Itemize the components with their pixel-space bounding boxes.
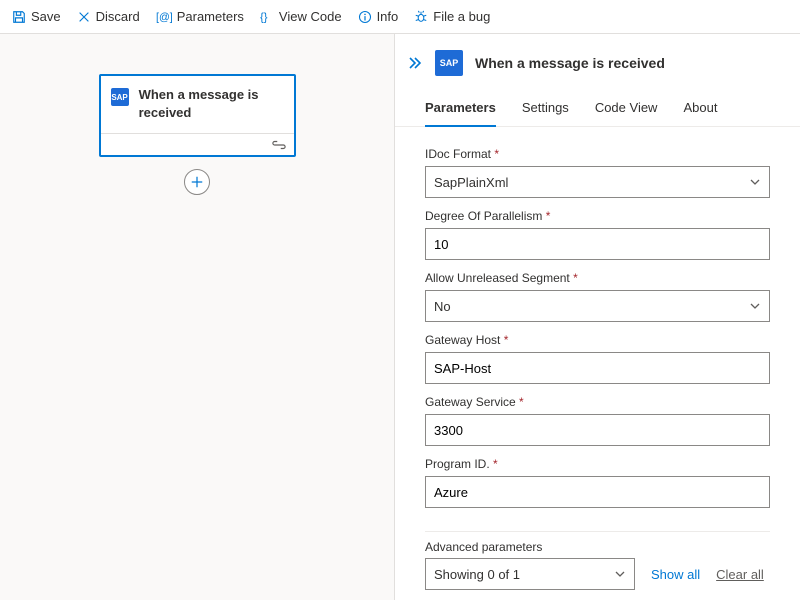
- program-id-label: Program ID. *: [425, 457, 770, 471]
- trigger-node-footer: [101, 133, 294, 155]
- view-code-button[interactable]: {} View Code: [260, 9, 342, 24]
- gateway-host-label: Gateway Host *: [425, 333, 770, 347]
- save-button[interactable]: Save: [12, 9, 61, 24]
- chevron-down-icon: [614, 568, 626, 580]
- advanced-select[interactable]: Showing 0 of 1: [425, 558, 635, 590]
- add-step-button[interactable]: [184, 169, 210, 195]
- allow-unreleased-value: No: [434, 299, 451, 314]
- view-code-label: View Code: [279, 9, 342, 24]
- clear-all-link[interactable]: Clear all: [716, 567, 764, 582]
- info-label: Info: [377, 9, 399, 24]
- allow-unreleased-select[interactable]: No: [425, 290, 770, 322]
- sap-icon: SAP: [435, 50, 463, 76]
- details-panel: SAP When a message is received Parameter…: [395, 34, 800, 600]
- info-button[interactable]: Info: [358, 9, 399, 24]
- svg-text:[@]: [@]: [156, 11, 172, 23]
- chevron-down-icon: [749, 176, 761, 188]
- idoc-format-label: IDoc Format *: [425, 147, 770, 161]
- parameters-icon: [@]: [156, 10, 172, 24]
- info-icon: [358, 10, 372, 24]
- close-icon: [77, 10, 91, 24]
- allow-unreleased-label: Allow Unreleased Segment *: [425, 271, 770, 285]
- program-id-input[interactable]: [425, 476, 770, 508]
- file-bug-label: File a bug: [433, 9, 490, 24]
- parameters-button[interactable]: [@] Parameters: [156, 9, 244, 24]
- degree-input[interactable]: [425, 228, 770, 260]
- discard-label: Discard: [96, 9, 140, 24]
- trigger-node-title: When a message is received: [139, 86, 284, 121]
- panel-header: SAP When a message is received: [395, 34, 800, 86]
- idoc-format-value: SapPlainXml: [434, 175, 508, 190]
- gateway-service-input[interactable]: [425, 414, 770, 446]
- tab-settings[interactable]: Settings: [522, 92, 569, 126]
- discard-button[interactable]: Discard: [77, 9, 140, 24]
- idoc-format-select[interactable]: SapPlainXml: [425, 166, 770, 198]
- link-icon: [272, 140, 286, 150]
- gateway-service-label: Gateway Service *: [425, 395, 770, 409]
- parameters-label: Parameters: [177, 9, 244, 24]
- file-bug-button[interactable]: File a bug: [414, 9, 490, 24]
- main: SAP When a message is received SAP When …: [0, 34, 800, 600]
- degree-label: Degree Of Parallelism *: [425, 209, 770, 223]
- gateway-host-input[interactable]: [425, 352, 770, 384]
- bug-icon: [414, 10, 428, 24]
- designer-canvas: SAP When a message is received: [0, 34, 395, 600]
- advanced-parameters: Advanced parameters Showing 0 of 1 Show …: [425, 531, 770, 590]
- trigger-node[interactable]: SAP When a message is received: [99, 74, 296, 157]
- trigger-node-header: SAP When a message is received: [101, 76, 294, 133]
- parameters-form: IDoc Format * SapPlainXml Degree Of Para…: [395, 127, 800, 590]
- sap-icon: SAP: [111, 88, 129, 106]
- save-icon: [12, 10, 26, 24]
- toolbar: Save Discard [@] Parameters {} View Code…: [0, 0, 800, 34]
- plus-icon: [190, 175, 204, 189]
- advanced-label: Advanced parameters: [425, 540, 770, 554]
- svg-text:{}: {}: [260, 11, 268, 23]
- tab-parameters[interactable]: Parameters: [425, 92, 496, 127]
- panel-tabs: Parameters Settings Code View About: [395, 92, 800, 127]
- save-label: Save: [31, 9, 61, 24]
- show-all-link[interactable]: Show all: [651, 567, 700, 582]
- chevron-down-icon: [749, 300, 761, 312]
- advanced-showing: Showing 0 of 1: [434, 567, 520, 582]
- tab-about[interactable]: About: [683, 92, 717, 126]
- panel-title: When a message is received: [475, 55, 665, 71]
- advanced-row: Showing 0 of 1 Show all Clear all: [425, 558, 770, 590]
- collapse-icon[interactable]: [407, 56, 423, 70]
- braces-icon: {}: [260, 10, 274, 24]
- tab-code-view[interactable]: Code View: [595, 92, 658, 126]
